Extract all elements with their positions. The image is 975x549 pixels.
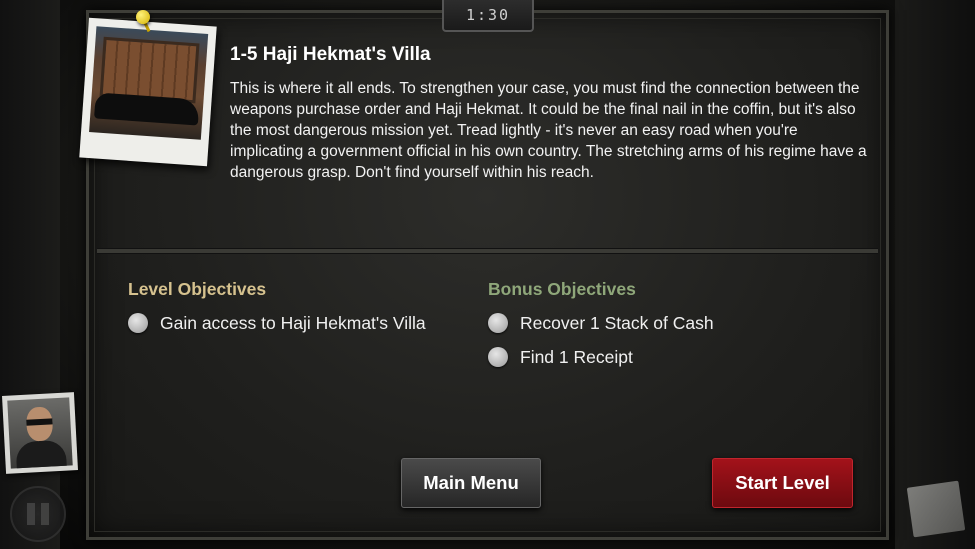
level-objectives-heading: Level Objectives — [128, 279, 267, 299]
pause-button[interactable] — [10, 486, 66, 542]
bonus-objective-item: Find 1 Receipt — [488, 345, 633, 369]
paper-icon[interactable] — [906, 480, 966, 538]
pause-icon — [27, 503, 35, 525]
objective-label: Find 1 Receipt — [520, 346, 633, 367]
objective-label: Recover 1 Stack of Cash — [520, 312, 714, 333]
portrait-image — [7, 397, 73, 469]
pushpin-icon — [136, 10, 150, 24]
objective-status-icon — [488, 347, 508, 367]
objective-label: Gain access to Haji Hekmat's Villa — [160, 312, 426, 333]
objective-status-icon — [128, 313, 148, 333]
mission-description: This is where it all ends. To strengthen… — [230, 80, 867, 181]
panel-divider — [97, 249, 878, 253]
pause-icon — [41, 503, 49, 525]
villa-gate-image — [89, 26, 209, 140]
mission-title: 1-5 Haji Hekmat's Villa — [230, 44, 431, 65]
bonus-objectives-heading: Bonus Objectives — [488, 279, 636, 299]
level-objective-item: Gain access to Haji Hekmat's Villa — [128, 311, 426, 335]
portrait-suit — [15, 439, 67, 469]
background-right-edge — [895, 0, 975, 549]
countdown-timer: 1:30 — [442, 0, 534, 32]
start-level-button[interactable]: Start Level — [712, 458, 853, 508]
objective-status-icon — [488, 313, 508, 333]
main-menu-button[interactable]: Main Menu — [401, 458, 541, 508]
mission-photo — [79, 17, 217, 167]
bonus-objective-item: Recover 1 Stack of Cash — [488, 311, 714, 335]
agent-portrait — [2, 392, 78, 474]
